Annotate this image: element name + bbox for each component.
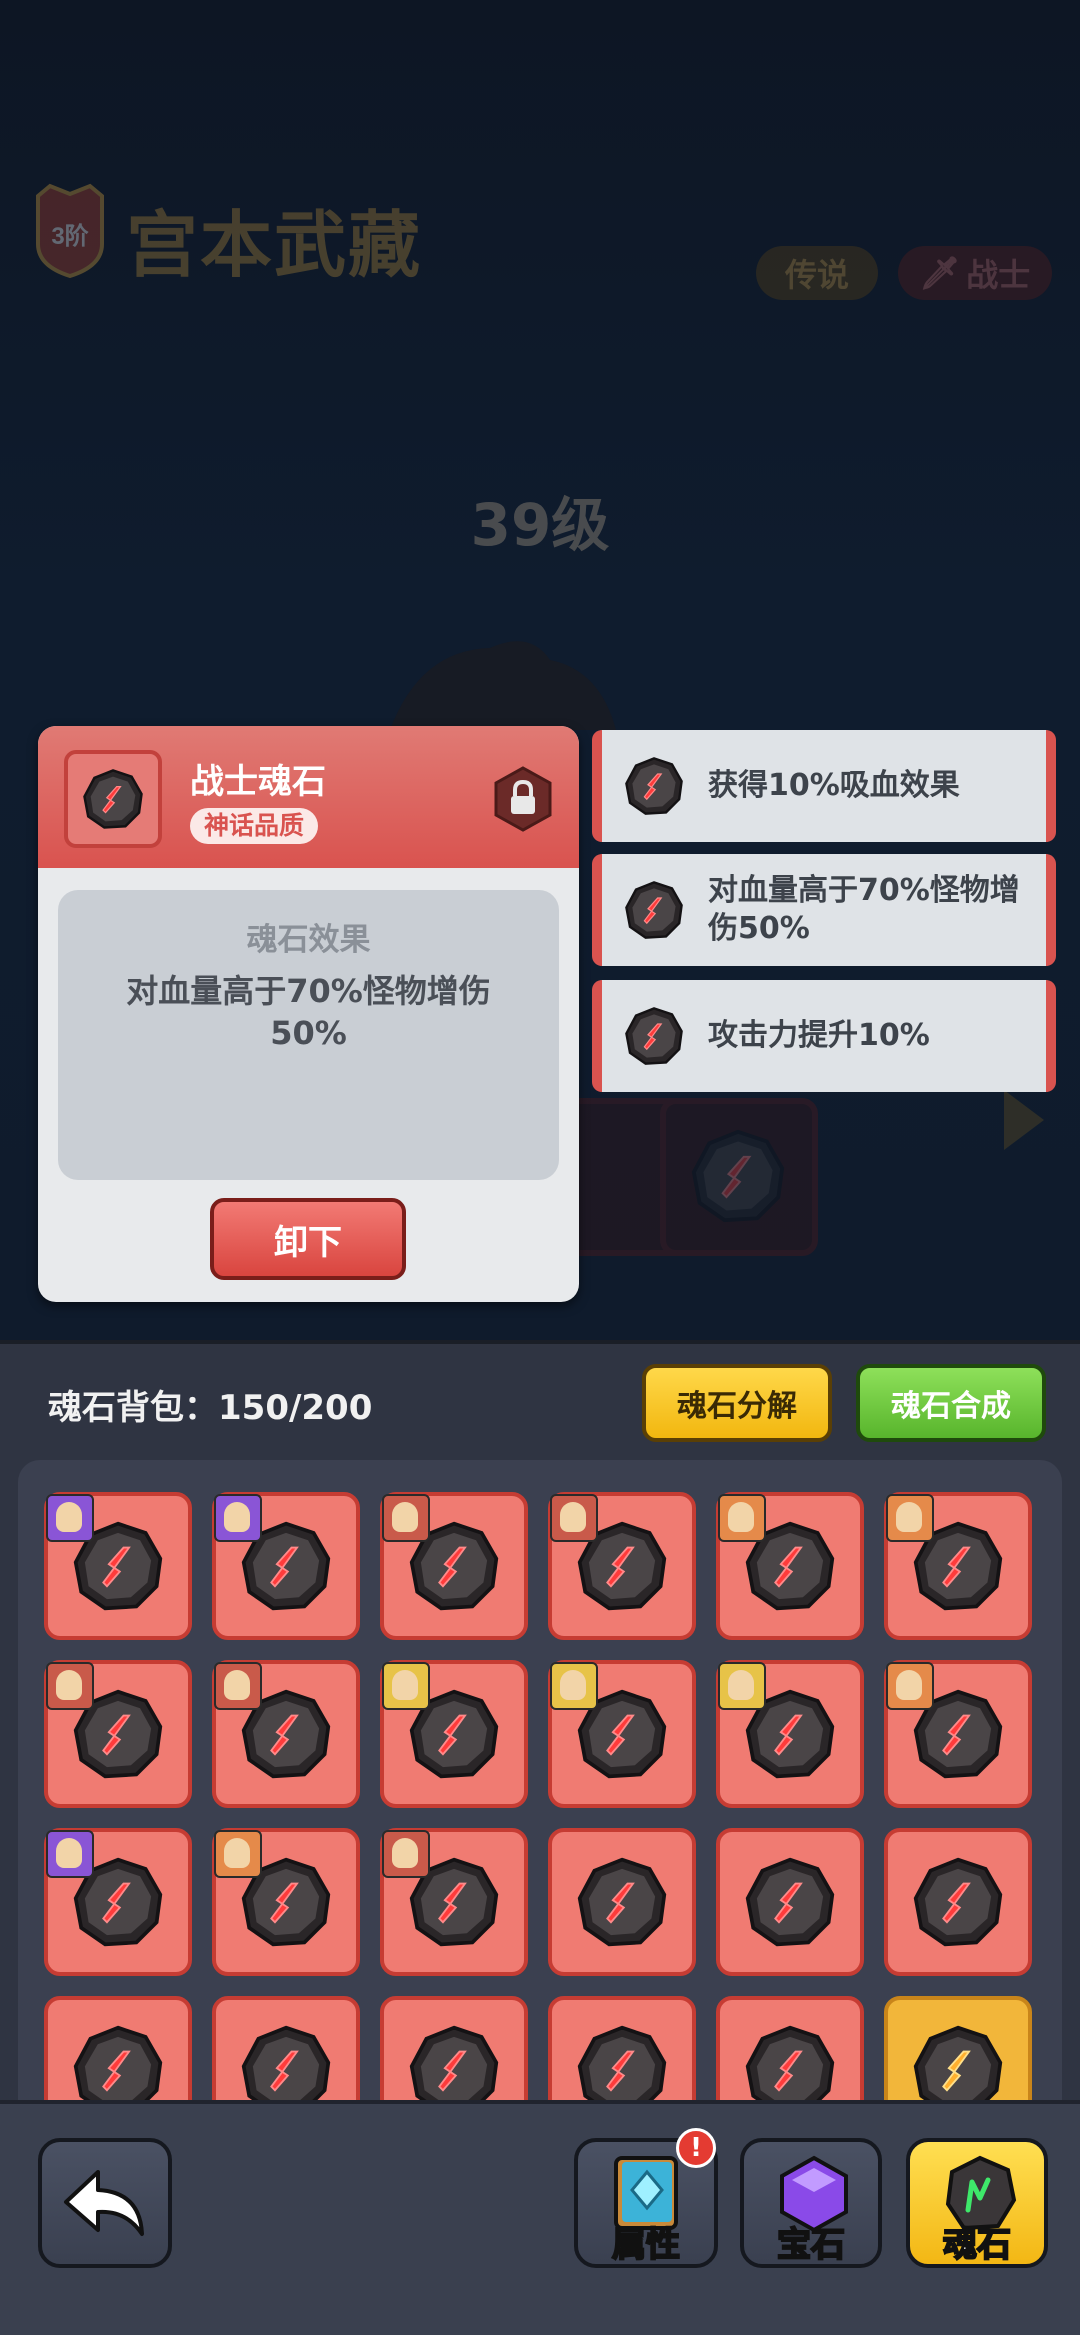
effect-list-item: 对血量高于70%怪物增伤50%	[592, 854, 1056, 966]
hero-avatar	[550, 1662, 598, 1710]
soulstone-slot[interactable]	[380, 1828, 528, 1976]
back-button[interactable]	[38, 2138, 172, 2268]
soulstone-icon	[241, 2025, 331, 2104]
soulstone-slot[interactable]	[380, 1660, 528, 1808]
effect-title: 魂石效果	[246, 922, 371, 958]
soulstone-icon	[625, 881, 683, 939]
effect-text: 获得10%吸血效果	[708, 768, 960, 803]
soulstone-slot[interactable]	[212, 1492, 360, 1640]
quality-badge: 神话品质	[190, 808, 319, 844]
soulstone-icon	[913, 1857, 1003, 1947]
soulstone-slot[interactable]	[380, 1996, 528, 2104]
soulstone-slot[interactable]	[212, 1660, 360, 1808]
tab-soulstone-label: 魂石	[942, 2224, 1012, 2266]
soulstone-icon	[577, 2025, 667, 2104]
hero-avatar	[382, 1494, 430, 1542]
soulstone-icon	[577, 1857, 667, 1947]
soulstone-slot[interactable]	[380, 1492, 528, 1640]
tab-gems-label: 宝石	[776, 2224, 846, 2266]
back-arrow-icon	[64, 2170, 144, 2236]
compose-button[interactable]: 魂石合成	[856, 1364, 1046, 1442]
soulstone-icon	[73, 2025, 163, 2104]
soulstone-icon	[625, 757, 683, 815]
soulstone-slot[interactable]	[548, 1492, 696, 1640]
hero-avatar	[214, 1662, 262, 1710]
soulstone-slot[interactable]	[716, 1828, 864, 1976]
soulstone-slot[interactable]	[44, 1996, 192, 2104]
effect-list-item: 攻击力提升10%	[592, 980, 1056, 1092]
tab-attributes-label: 属性	[611, 2224, 681, 2266]
hero-avatar	[46, 1662, 94, 1710]
hero-avatar	[718, 1494, 766, 1542]
soulstone-slot[interactable]	[548, 1996, 696, 2104]
hero-avatar	[382, 1830, 430, 1878]
lock-icon[interactable]	[492, 766, 554, 832]
hero-avatar	[550, 1494, 598, 1542]
soulstone-icon	[691, 1129, 785, 1223]
soulstone-slot[interactable]	[548, 1828, 696, 1976]
rarity-badge: 传说	[756, 246, 878, 300]
soulstone-slot[interactable]	[884, 1492, 1032, 1640]
soulstone-icon	[409, 2025, 499, 2104]
soulstone-detail-popup: 战士魂石 神话品质 魂石效果 对血量高于70%怪物增伤50% 卸下	[38, 726, 579, 1302]
soulstone-slot[interactable]	[884, 1828, 1032, 1976]
hero-avatar	[718, 1662, 766, 1710]
soulstone-slot[interactable]	[716, 1492, 864, 1640]
soulstone-slot-gold[interactable]	[884, 1996, 1032, 2104]
popup-item-frame	[64, 750, 162, 848]
effect-box: 魂石效果 对血量高于70%怪物增伤50%	[58, 890, 559, 1180]
soulstone-icon	[745, 2025, 835, 2104]
effect-list-item: 获得10%吸血效果	[592, 730, 1056, 842]
hero-avatar	[214, 1494, 262, 1542]
tab-soulstone[interactable]: 魂石	[906, 2138, 1048, 2268]
soulstone-slot[interactable]	[44, 1492, 192, 1640]
bottom-nav: 属性 宝石 魂石	[0, 2100, 1080, 2335]
hero-hair-silhouette	[390, 641, 616, 730]
rank-badge-icon: 3阶	[36, 183, 104, 278]
hero-name: 宫本武藏	[126, 203, 423, 287]
effect-text: 对血量高于70%怪物增伤50%	[708, 873, 1020, 946]
soulstone-slot[interactable]	[716, 1660, 864, 1808]
soulstone-slot[interactable]	[44, 1828, 192, 1976]
soulstone-slot[interactable]	[44, 1660, 192, 1808]
hero-avatar	[382, 1662, 430, 1710]
hero-avatar	[886, 1494, 934, 1542]
soulstone-slot[interactable]	[548, 1660, 696, 1808]
sword-icon: 🗡	[919, 254, 961, 292]
soulstone-gold-icon	[913, 2025, 1003, 2104]
soulstone-slot[interactable]	[212, 1828, 360, 1976]
rank-text: 3阶	[51, 222, 88, 250]
hero-avatar	[46, 1494, 94, 1542]
hero-level: 39级	[470, 491, 610, 559]
tab-gems[interactable]: 宝石	[740, 2138, 882, 2268]
soulstone-bag-panel: 魂石背包：150/200 魂石分解 魂石合成	[0, 1340, 1080, 2104]
equip-slot[interactable]	[660, 1098, 818, 1256]
next-arrow-icon[interactable]	[1004, 1090, 1044, 1150]
popup-header: 战士魂石 神话品质	[38, 726, 579, 868]
soulstone-slot[interactable]	[716, 1996, 864, 2104]
hero-avatar	[886, 1662, 934, 1710]
class-label: 战士	[966, 256, 1031, 294]
soulstone-slot[interactable]	[884, 1660, 1032, 1808]
decompose-button[interactable]: 魂石分解	[642, 1364, 832, 1442]
class-badge: 🗡 战士	[898, 246, 1052, 300]
soulstone-slot[interactable]	[212, 1996, 360, 2104]
soulstone-grid	[18, 1460, 1062, 2104]
soulstone-icon	[83, 769, 143, 829]
hero-avatar	[46, 1830, 94, 1878]
bag-capacity: 魂石背包：150/200	[48, 1388, 373, 1428]
soulstone-icon	[625, 1007, 683, 1065]
effect-text: 攻击力提升10%	[708, 1018, 930, 1053]
effect-description: 对血量高于70%怪物增伤50%	[126, 972, 491, 1052]
notification-badge: !	[676, 2128, 716, 2168]
hero-avatar	[214, 1830, 262, 1878]
unequip-button[interactable]: 卸下	[210, 1198, 406, 1280]
popup-title: 战士魂石	[190, 762, 326, 802]
soulstone-icon	[745, 1857, 835, 1947]
